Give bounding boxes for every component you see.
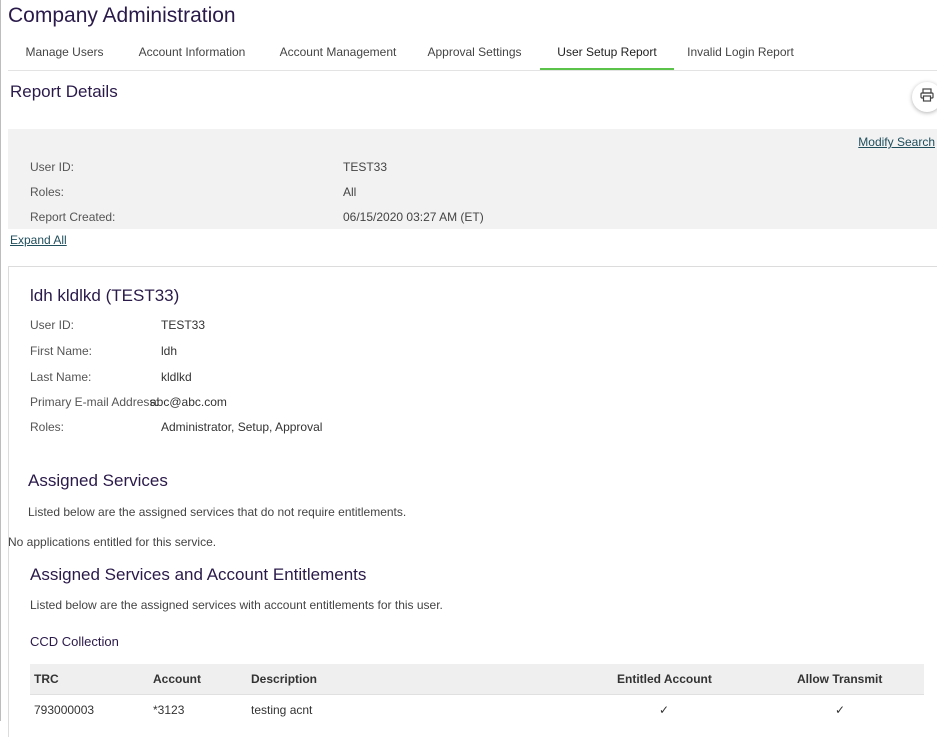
summary-value-roles: All [343,185,357,199]
column-header-account[interactable]: Account [153,664,201,694]
tabs-divider [8,70,937,71]
account-entitlements-heading: Assigned Services and Account Entitlemen… [30,565,367,584]
user-heading: ldh kldlkd (TEST33) [30,286,180,305]
user-label-email: Primary E-mail Address: [30,395,159,409]
cell-description: testing acnt [251,703,313,717]
entitled-check-icon: ✓ [659,703,670,717]
tab-manage-users[interactable]: Manage Users [22,36,107,68]
column-header-entitled-account[interactable]: Entitled Account [617,664,712,694]
summary-label-roles: Roles: [30,185,65,199]
tab-account-information[interactable]: Account Information [133,36,251,68]
tab-invalid-login-report[interactable]: Invalid Login Report [683,36,798,68]
printer-icon [920,87,934,107]
user-value-first-name: ldh [161,344,178,358]
report-summary-panel: Modify Search User ID: TEST33 Roles: All… [8,129,937,229]
tab-approval-settings[interactable]: Approval Settings [422,36,527,68]
transmit-check-icon: ✓ [835,703,846,717]
tab-account-management[interactable]: Account Management [273,36,403,68]
column-header-trc[interactable]: TRC [34,664,59,694]
summary-label-user-id: User ID: [30,160,75,174]
tab-bar: Manage Users Account Information Account… [8,36,937,71]
tab-user-setup-report[interactable]: User Setup Report [540,36,674,71]
modify-search-link[interactable]: Modify Search [858,135,935,149]
summary-value-report-created: 06/15/2020 03:27 AM (ET) [343,210,484,224]
cell-trc: 793000003 [34,703,95,717]
summary-value-user-id: TEST33 [343,160,388,174]
column-header-allow-transmit[interactable]: Allow Transmit [797,664,882,694]
column-header-description[interactable]: Description [251,664,317,694]
user-value-last-name: kldlkd [161,370,192,384]
expand-all-link[interactable]: Expand All [10,233,67,247]
user-label-user-id: User ID: [30,318,75,332]
window-left-border [0,0,1,721]
user-label-roles: Roles: [30,420,65,434]
assigned-services-description: Listed below are the assigned services t… [28,505,407,519]
assigned-services-empty-message: No applications entitled for this servic… [8,535,217,549]
user-value-user-id: TEST33 [161,318,206,332]
app-title: Company Administration [8,4,236,27]
user-label-first-name: First Name: [30,344,93,358]
service-name: CCD Collection [30,634,119,649]
user-value-roles: Administrator, Setup, Approval [161,420,323,434]
cell-account: *3123 [153,703,185,717]
account-entitlements-description: Listed below are the assigned services w… [30,598,443,612]
entitlements-table-header: TRC Account Description Entitled Account… [30,664,924,694]
assigned-services-heading: Assigned Services [28,471,168,490]
print-button[interactable] [912,82,937,112]
table-row-divider [30,694,924,695]
summary-label-report-created: Report Created: [30,210,116,224]
user-label-last-name: Last Name: [30,370,92,384]
user-value-email: abc@abc.com [150,395,227,409]
report-details-title: Report Details [10,82,118,101]
